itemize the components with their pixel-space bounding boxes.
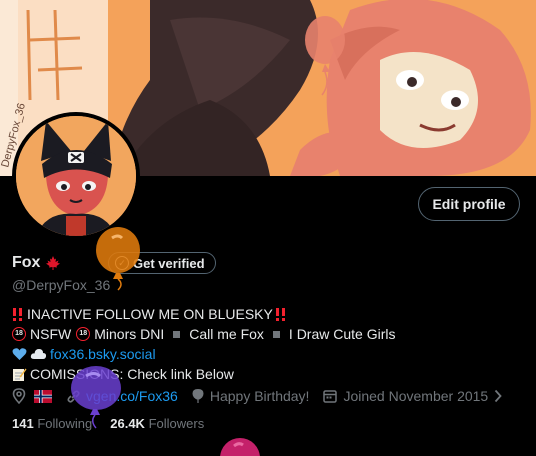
followers-count: 26.4K bbox=[110, 416, 145, 431]
bio-line-tags: 18 NSFW 18 Minors DNI Call me Fox I Draw… bbox=[12, 324, 396, 344]
separator-square bbox=[272, 330, 280, 338]
birthday-text: Happy Birthday! bbox=[209, 388, 310, 404]
separator-square bbox=[173, 330, 181, 338]
link-icon bbox=[66, 389, 81, 404]
double-exclamation-icon bbox=[12, 307, 24, 321]
no-under-18-icon: 18 bbox=[12, 327, 26, 341]
no-under-18-icon: 18 bbox=[76, 327, 91, 341]
get-verified-button[interactable]: ✓ Get verified bbox=[108, 252, 216, 274]
bio-commissions: COMISSIONS: Check link Below bbox=[30, 366, 234, 382]
bio-line-bsky: fox36.bsky.social bbox=[12, 344, 396, 364]
bio-nsfw: NSFW bbox=[30, 326, 72, 342]
website-link[interactable]: vgen.co/Fox36 bbox=[86, 388, 178, 404]
bio-minors-dni: Minors DNI bbox=[94, 326, 165, 342]
bio-line-commissions: COMISSIONS: Check link Below bbox=[12, 364, 396, 384]
double-exclamation-icon bbox=[275, 307, 287, 321]
avatar[interactable] bbox=[12, 112, 140, 240]
bio-draw: I Draw Cute Girls bbox=[288, 326, 396, 342]
joined-date: Joined November 2015 bbox=[343, 388, 489, 404]
display-name: Fox bbox=[12, 254, 41, 271]
profile-bio: INACTIVE FOLLOW ME ON BLUESKY 18 NSFW 18… bbox=[12, 304, 396, 384]
cloud-icon bbox=[30, 348, 47, 360]
chevron-right-icon[interactable] bbox=[494, 389, 502, 403]
memo-icon bbox=[12, 367, 27, 382]
followers-label: Followers bbox=[148, 416, 205, 431]
blue-heart-icon bbox=[12, 347, 27, 361]
balloon-icon bbox=[192, 388, 204, 404]
following-label: Following bbox=[37, 416, 93, 431]
following-stat[interactable]: 141 Following bbox=[12, 416, 92, 431]
profile-name-row: Fox bbox=[12, 252, 61, 274]
avatar-artwork bbox=[16, 116, 136, 236]
profile-handle: @DerpyFox_36 bbox=[12, 277, 111, 293]
calendar-icon bbox=[323, 389, 338, 403]
followers-stat[interactable]: 26.4K Followers bbox=[110, 416, 204, 431]
bluesky-link[interactable]: fox36.bsky.social bbox=[50, 344, 156, 364]
magenta-balloon-decoration bbox=[220, 438, 260, 456]
bio-inactive-text: INACTIVE FOLLOW ME ON BLUESKY bbox=[27, 306, 273, 322]
bio-call-me: Call me Fox bbox=[189, 326, 264, 342]
edit-profile-button[interactable]: Edit profile bbox=[418, 187, 520, 221]
location-icon bbox=[12, 388, 26, 404]
profile-meta: vgen.co/Fox36 Happy Birthday! Joined Nov… bbox=[12, 386, 502, 406]
check-icon: ✓ bbox=[115, 256, 129, 270]
maple-leaf-icon bbox=[45, 255, 61, 271]
following-count: 141 bbox=[12, 416, 34, 431]
bio-line-bluesky: INACTIVE FOLLOW ME ON BLUESKY bbox=[12, 304, 396, 324]
follow-stats: 141 Following 26.4K Followers bbox=[12, 416, 204, 431]
norway-flag-icon bbox=[34, 389, 52, 403]
get-verified-label: Get verified bbox=[133, 255, 205, 271]
